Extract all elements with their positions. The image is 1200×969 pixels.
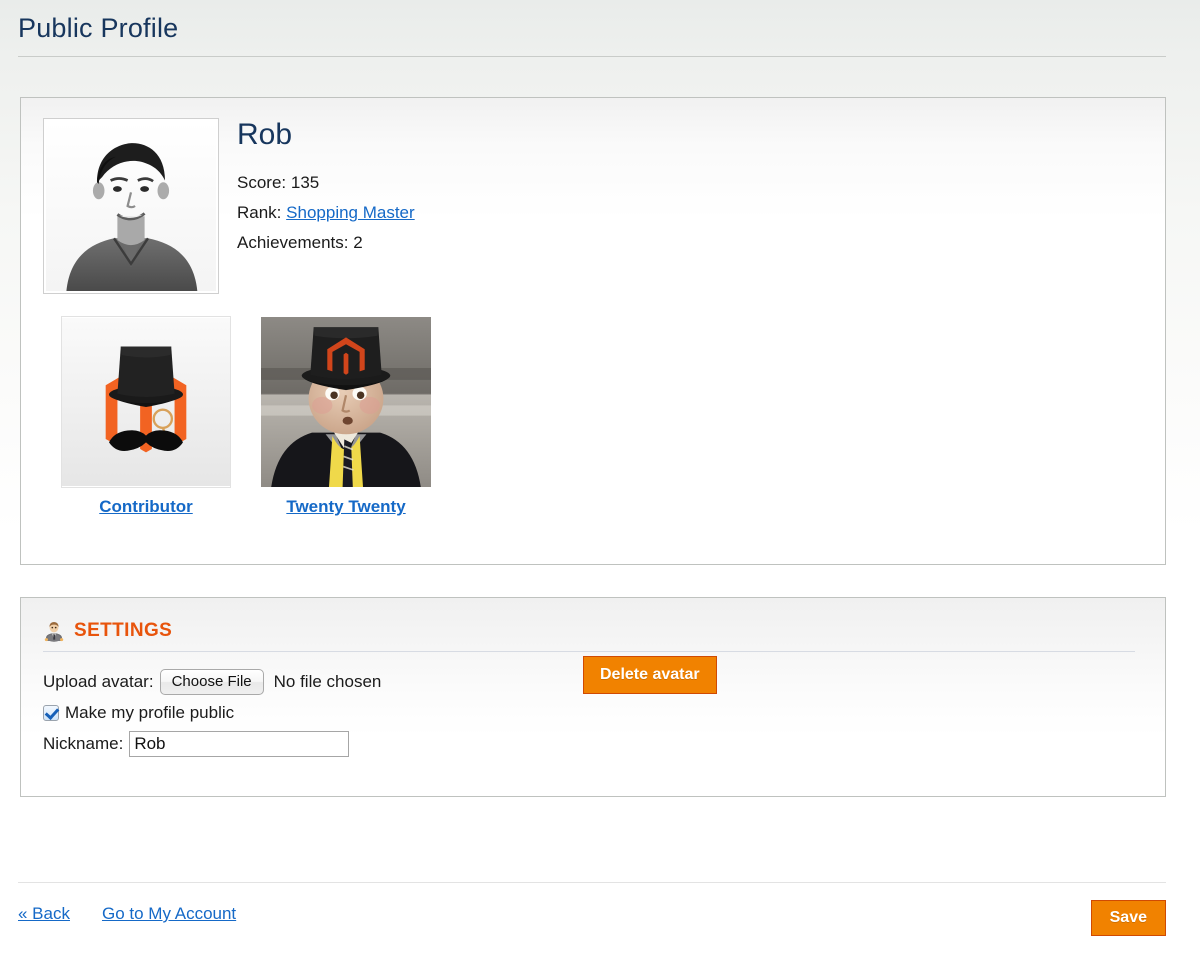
achievements-value: 2: [353, 233, 363, 253]
choose-file-button[interactable]: Choose File: [159, 668, 264, 695]
footer-links: « Back Go to My Account: [18, 898, 236, 924]
avatar: [43, 118, 219, 295]
badge-list: Contributor Twenty Twenty: [21, 294, 1165, 517]
no-file-chosen-text: No file chosen: [273, 672, 382, 692]
rank-line: Rank: Shopping Master: [237, 198, 415, 228]
rank-link[interactable]: Shopping Master: [286, 203, 415, 222]
profile-details: Rob Score: 135 Rank: Shopping Master Ach…: [219, 118, 415, 294]
public-profile-row: Make my profile public: [43, 697, 1165, 728]
nickname-row: Nickname:: [43, 728, 1165, 759]
settings-title: SETTINGS: [74, 620, 173, 642]
settings-header: SETTINGS: [21, 598, 1165, 643]
nickname-input[interactable]: [129, 730, 350, 757]
badge-item: Twenty Twenty: [261, 316, 431, 517]
badge-label[interactable]: Contributor: [99, 497, 192, 517]
footer: « Back Go to My Account Save: [0, 898, 1200, 958]
tophat-character-badge-icon[interactable]: [261, 316, 431, 488]
businessman-icon: [44, 622, 64, 643]
page-title: Public Profile: [18, 13, 179, 43]
settings-panel: SETTINGS Upload avatar: Choose File No f…: [20, 597, 1166, 798]
page-header: Public Profile: [0, 0, 1166, 56]
score-label: Score:: [237, 173, 287, 193]
rank-label: Rank:: [237, 203, 282, 223]
upload-avatar-label: Upload avatar:: [43, 672, 154, 692]
header-divider: [18, 56, 1166, 58]
make-profile-public-checkbox[interactable]: [43, 704, 59, 721]
score-line: Score: 135: [237, 168, 415, 198]
back-link[interactable]: « Back: [18, 904, 70, 924]
achievements-label: Achievements:: [237, 233, 349, 253]
nickname-label: Nickname:: [43, 734, 124, 754]
badge-label[interactable]: Twenty Twenty: [286, 497, 405, 517]
magento-tophat-mustache-badge-icon[interactable]: [61, 316, 231, 489]
settings-form: Upload avatar: Choose File No file chose…: [21, 652, 1165, 759]
badge-item: Contributor: [61, 316, 231, 517]
go-to-my-account-link[interactable]: Go to My Account: [102, 904, 236, 924]
profile-name: Rob: [237, 118, 293, 152]
profile-panel: Rob Score: 135 Rank: Shopping Master Ach…: [20, 97, 1166, 566]
make-profile-public-label: Make my profile public: [65, 703, 235, 723]
delete-avatar-button[interactable]: Delete avatar: [583, 656, 717, 695]
profile-summary-row: Rob Score: 135 Rank: Shopping Master Ach…: [21, 98, 1165, 295]
achievements-line: Achievements: 2: [237, 228, 415, 258]
footer-divider: [18, 882, 1166, 883]
avatar-photo: [46, 121, 216, 292]
save-button[interactable]: Save: [1090, 900, 1166, 936]
score-value: 135: [290, 173, 320, 193]
